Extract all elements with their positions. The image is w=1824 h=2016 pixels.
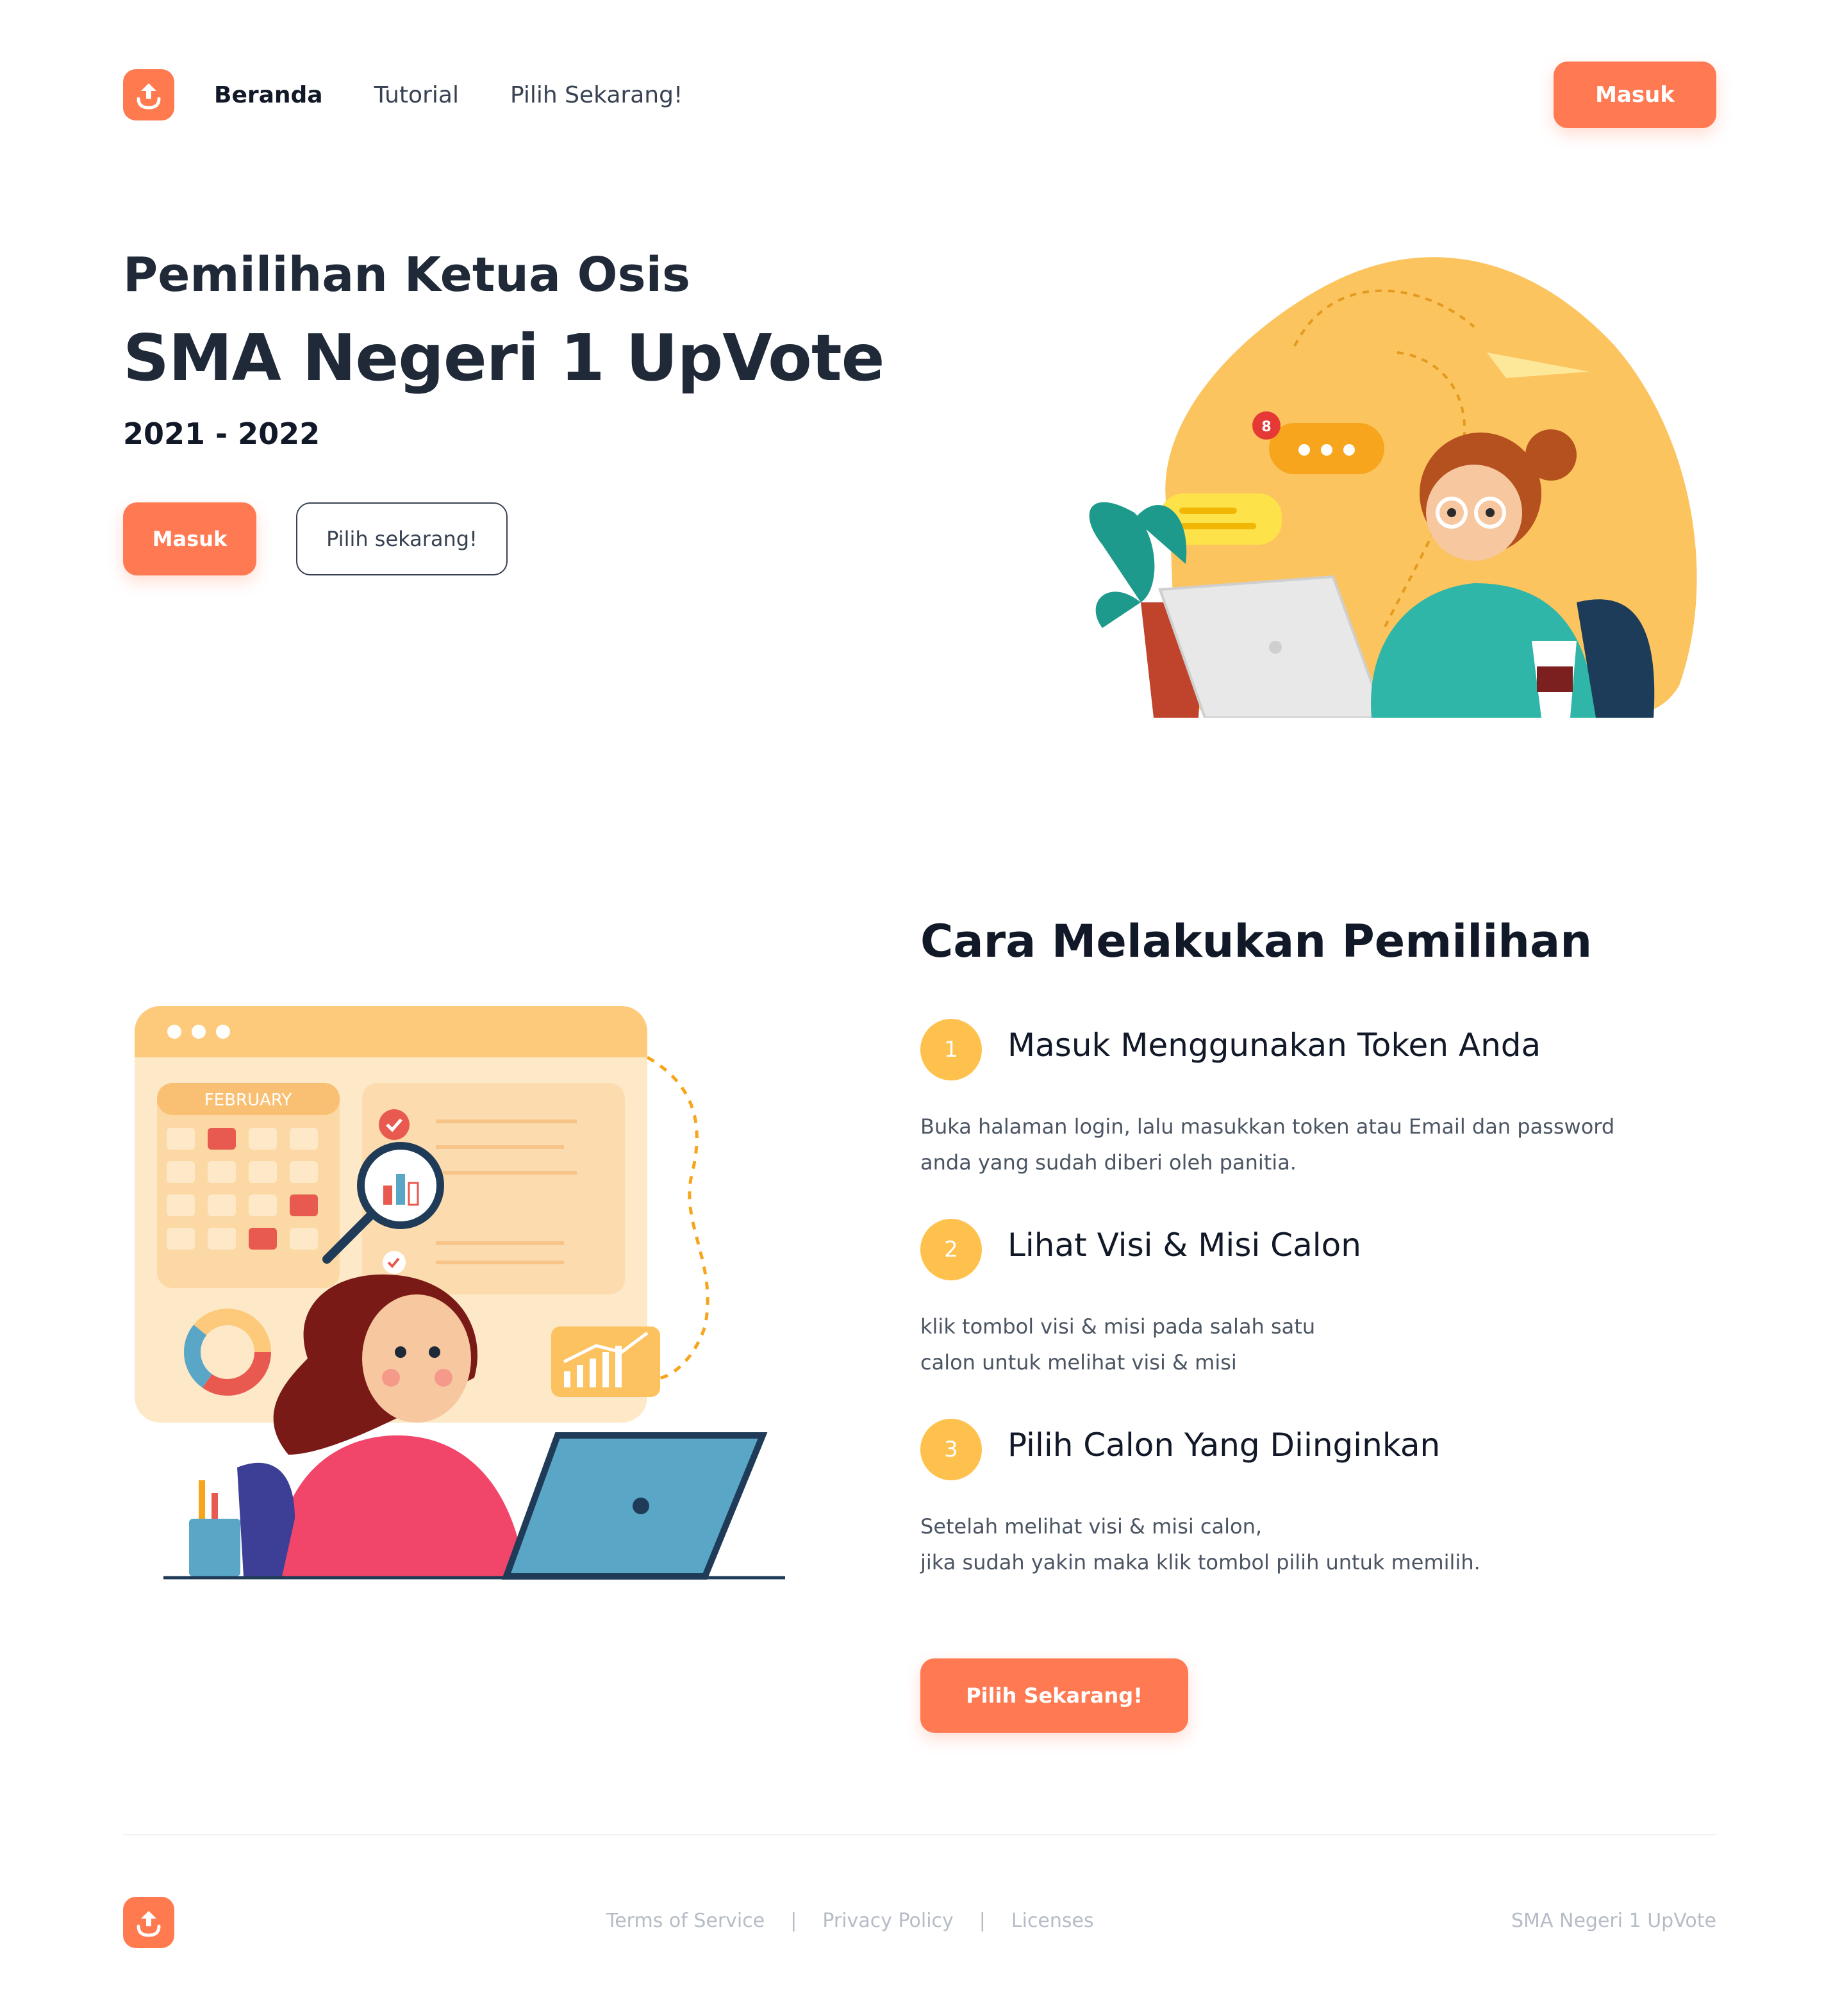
steps-title: Cara Melakukan Pemilihan <box>920 915 1593 968</box>
hero-vote-button[interactable]: Pilih sekarang! <box>296 502 508 575</box>
nav-link-tutorial[interactable]: Tutorial <box>374 82 459 108</box>
hero-login-button[interactable]: Masuk <box>123 502 256 575</box>
step-description: Setelah melihat visi & misi calon, jika … <box>920 1508 1689 1580</box>
footer-separator: | <box>790 1910 797 1932</box>
vote-now-button[interactable]: Pilih Sekarang! <box>920 1658 1188 1733</box>
footer-logo-upload-icon[interactable] <box>123 1897 174 1948</box>
step-description-line: Setelah melihat visi & misi calon, <box>920 1514 1263 1539</box>
pencil-cup-icon <box>189 1519 240 1576</box>
step-number-badge: 3 <box>920 1419 982 1480</box>
hero-subtitle: Pemilihan Ketua Osis <box>123 247 691 302</box>
calendar-month-label: FEBRUARY <box>204 1091 292 1110</box>
nav-link-pilih-sekarang[interactable]: Pilih Sekarang! <box>510 82 683 108</box>
step-number-badge: 1 <box>920 1019 982 1080</box>
upload-arrow-icon <box>137 83 161 110</box>
footer-link-privacy[interactable]: Privacy Policy <box>822 1910 953 1932</box>
step-description-line: Buka halaman login, lalu masukkan token … <box>920 1114 1615 1139</box>
footer-divider <box>123 1834 1716 1835</box>
hero-year: 2021 - 2022 <box>123 417 320 451</box>
nav-link-beranda[interactable]: Beranda <box>214 82 323 108</box>
top-navigation: Beranda Tutorial Pilih Sekarang! Masuk <box>123 62 1716 128</box>
footer-brand: SMA Negeri 1 UpVote <box>1511 1910 1716 1932</box>
step-description-line: anda yang sudah diberi oleh panitia. <box>920 1150 1297 1175</box>
step-title: Pilih Calon Yang Diinginkan <box>1007 1426 1441 1464</box>
footer-link-licenses[interactable]: Licenses <box>1011 1910 1094 1932</box>
upload-arrow-icon <box>137 1911 161 1937</box>
step-number-badge: 2 <box>920 1219 982 1280</box>
step-title: Lihat Visi & Misi Calon <box>1007 1227 1361 1264</box>
footer-link-terms[interactable]: Terms of Service <box>606 1910 765 1932</box>
woman-calendar-analytics-illustration: FEBRUARY <box>135 1006 785 1580</box>
step-title: Masuk Menggunakan Token Anda <box>1007 1027 1541 1064</box>
nav-login-button[interactable]: Masuk <box>1554 62 1716 128</box>
step-description: klik tombol visi & misi pada salah satu … <box>920 1309 1689 1380</box>
hero-title: SMA Negeri 1 UpVote <box>123 320 884 395</box>
nav-links: Beranda Tutorial Pilih Sekarang! <box>214 62 734 128</box>
woman-face <box>362 1294 471 1423</box>
step-description-line: klik tombol visi & misi pada salah satu <box>920 1314 1316 1339</box>
step-description-line: jika sudah yakin maka klik tombol pilih … <box>920 1550 1480 1574</box>
checkmark-icon <box>379 1109 410 1140</box>
notification-count: 8 <box>1261 419 1271 435</box>
woman-at-laptop-illustration: 8 <box>1089 257 1697 718</box>
footer-separator: | <box>979 1910 986 1932</box>
step-description: Buka halaman login, lalu masukkan token … <box>920 1109 1689 1180</box>
step-description-line: calon untuk melihat visi & misi <box>920 1350 1237 1375</box>
logo-upload-icon[interactable] <box>123 69 174 120</box>
woman-sweater <box>276 1435 526 1576</box>
footer-links: Terms of Service | Privacy Policy | Lice… <box>606 1910 1094 1932</box>
